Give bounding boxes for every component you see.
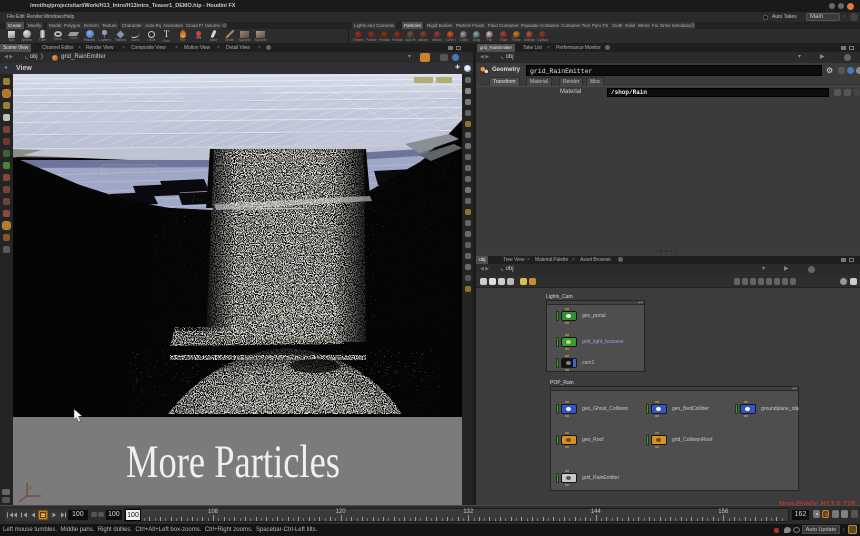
svg-text:More Particles: More Particles — [126, 436, 340, 488]
